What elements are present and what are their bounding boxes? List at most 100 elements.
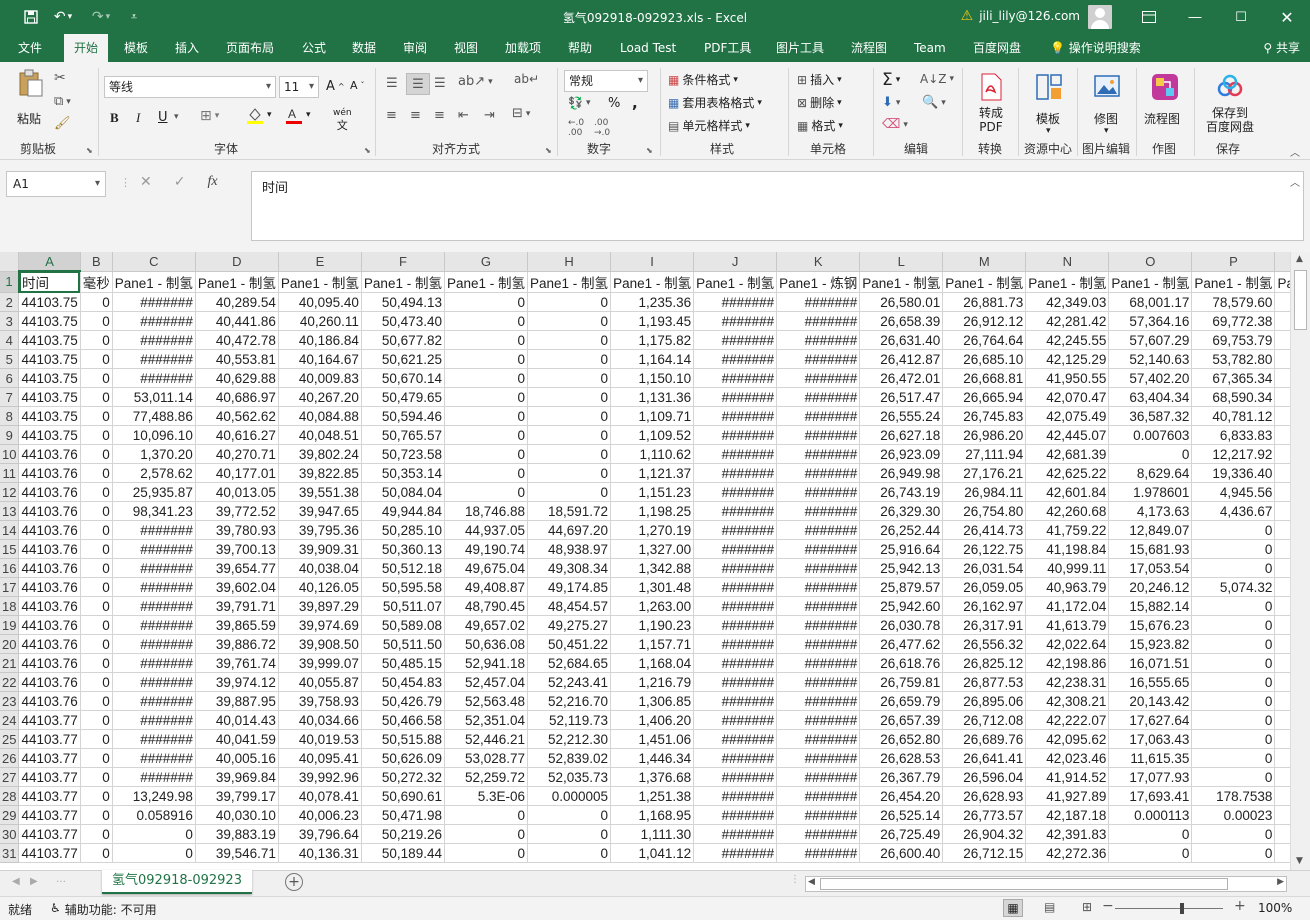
row-header[interactable]: 22 <box>0 672 20 692</box>
cell[interactable]: 44103.77 <box>18 729 81 749</box>
cell[interactable]: 178.7538 <box>1191 786 1276 806</box>
cell[interactable]: 0 <box>80 653 113 673</box>
cell[interactable]: ####### <box>112 729 196 749</box>
clipboard-launcher-icon[interactable]: ⬊ <box>86 146 93 155</box>
cell[interactable]: 16,555.65 <box>1108 672 1193 692</box>
cell[interactable]: 11,615.35 <box>1108 748 1193 768</box>
cell[interactable]: 1,193.45 <box>610 311 695 331</box>
cell[interactable]: 0 <box>80 368 113 388</box>
minimize-icon[interactable]: ― <box>1172 0 1218 34</box>
cell[interactable]: 26,712.08 <box>942 710 1027 730</box>
cell[interactable]: 0 <box>527 444 612 464</box>
row-header[interactable]: 6 <box>0 368 20 388</box>
cell[interactable]: 225.2204 <box>1274 406 1290 426</box>
cell[interactable]: ####### <box>112 767 196 787</box>
row-header[interactable]: 8 <box>0 406 20 426</box>
cell[interactable]: ####### <box>776 292 861 312</box>
cell[interactable]: 41,172.04 <box>1025 596 1110 616</box>
number-format-select[interactable]: 常规 <box>564 70 648 92</box>
cell[interactable]: 50,471.98 <box>361 805 445 825</box>
cell[interactable]: 49,408.87 <box>444 577 529 597</box>
vertical-scrollbar[interactable]: ▲ ▼ <box>1290 252 1310 870</box>
cell[interactable]: 40,164.67 <box>278 349 362 369</box>
cell[interactable]: 44103.76 <box>18 577 81 597</box>
cell[interactable]: 12,849.07 <box>1108 520 1193 540</box>
cell[interactable]: 208.8509 <box>1274 653 1290 673</box>
cell[interactable]: ####### <box>776 805 861 825</box>
cell[interactable]: 25,942.13 <box>859 558 944 578</box>
row-header[interactable]: 3 <box>0 311 20 331</box>
cell[interactable]: 0 <box>527 292 612 312</box>
cell[interactable]: 26,618.76 <box>859 653 944 673</box>
column-header[interactable]: K <box>776 252 861 272</box>
cell[interactable]: 42,187.18 <box>1025 805 1110 825</box>
cell[interactable]: 15,923.82 <box>1108 634 1193 654</box>
cell[interactable]: 50,360.13 <box>361 539 445 559</box>
cell[interactable]: ####### <box>776 444 861 464</box>
template-button[interactable]: 模板 ▾ <box>1028 68 1070 138</box>
delete-cells-button[interactable]: ⊠ 删除 ▾ <box>797 94 842 111</box>
cell[interactable]: 0 <box>527 482 612 502</box>
cell[interactable]: ####### <box>693 406 778 426</box>
cell[interactable]: 1,451.06 <box>610 729 695 749</box>
increase-indent-icon[interactable]: ⇥ <box>484 108 495 123</box>
cell[interactable]: 4,436.67 <box>1191 501 1276 521</box>
cell[interactable]: ####### <box>776 406 861 426</box>
cell[interactable]: 0 <box>1191 653 1276 673</box>
cell[interactable]: 0 <box>444 843 529 863</box>
cell[interactable]: 40,136.31 <box>278 843 362 863</box>
row-header[interactable]: 25 <box>0 729 20 749</box>
cell[interactable]: 26,923.09 <box>859 444 944 464</box>
column-header[interactable]: E <box>278 252 362 272</box>
cell[interactable]: 44103.76 <box>18 539 81 559</box>
increase-font-icon[interactable]: A ^ <box>326 79 345 94</box>
scroll-down-icon[interactable]: ▼ <box>1296 856 1303 866</box>
cell[interactable]: 49,657.02 <box>444 615 529 635</box>
cell[interactable]: 52,035.73 <box>527 767 612 787</box>
cell[interactable]: ####### <box>112 596 196 616</box>
cell[interactable]: 39,780.93 <box>195 520 279 540</box>
cell[interactable]: 0 <box>80 634 113 654</box>
phonetic-icon[interactable]: wén 文 <box>333 108 352 131</box>
align-bottom-icon[interactable]: ☰ <box>434 76 446 91</box>
cell[interactable]: 0 <box>527 349 612 369</box>
cell[interactable]: 50,084.04 <box>361 482 445 502</box>
cell[interactable]: 0 <box>444 292 529 312</box>
row-header[interactable]: 4 <box>0 330 20 350</box>
cell[interactable]: 13,249.98 <box>112 786 196 806</box>
cell[interactable]: 19,336.40 <box>1191 463 1276 483</box>
cell[interactable]: 349.0011 <box>1274 710 1290 730</box>
cell[interactable]: 63,404.34 <box>1108 387 1193 407</box>
tab-split-grip-icon[interactable]: ⋮ <box>790 874 800 885</box>
cell[interactable]: 1,109.52 <box>610 425 695 445</box>
cell[interactable]: ####### <box>693 634 778 654</box>
cell[interactable]: 50,353.14 <box>361 463 445 483</box>
column-header[interactable]: B <box>80 252 113 272</box>
select-all-corner[interactable] <box>0 252 20 272</box>
cell[interactable]: 52,216.70 <box>527 691 612 711</box>
percent-button[interactable]: % <box>608 96 620 111</box>
cell[interactable]: 39,602.04 <box>195 577 279 597</box>
accessibility-status[interactable]: ♿ 辅助功能: 不可用 <box>50 901 157 918</box>
cell[interactable]: ####### <box>112 748 196 768</box>
cell[interactable]: 26,895.06 <box>942 691 1027 711</box>
cell[interactable]: 52,684.65 <box>527 653 612 673</box>
cell[interactable]: 50,189.44 <box>361 843 445 863</box>
cell[interactable]: 40,553.81 <box>195 349 279 369</box>
cell[interactable]: 12,217.92 <box>1191 444 1276 464</box>
cell[interactable]: 69,753.79 <box>1191 330 1276 350</box>
cell[interactable]: ####### <box>776 691 861 711</box>
cell[interactable]: ####### <box>693 577 778 597</box>
row-header[interactable]: 30 <box>0 824 20 844</box>
cell[interactable]: Pane1 - 制氢 <box>527 271 612 293</box>
cell[interactable]: 1,110.62 <box>610 444 695 464</box>
cell[interactable]: 0 <box>1191 748 1276 768</box>
copy-icon[interactable]: ⧉ ▾ <box>54 94 71 109</box>
cell[interactable]: 5.3E-06 <box>444 786 529 806</box>
cell[interactable]: 0.00023 <box>1191 805 1276 825</box>
cell[interactable]: 0 <box>1191 824 1276 844</box>
cell[interactable]: 26,668.81 <box>942 368 1027 388</box>
format-painter-icon[interactable]: 🖌 <box>54 116 71 131</box>
cell[interactable]: 0 <box>80 615 113 635</box>
cell[interactable]: 44103.75 <box>18 292 81 312</box>
